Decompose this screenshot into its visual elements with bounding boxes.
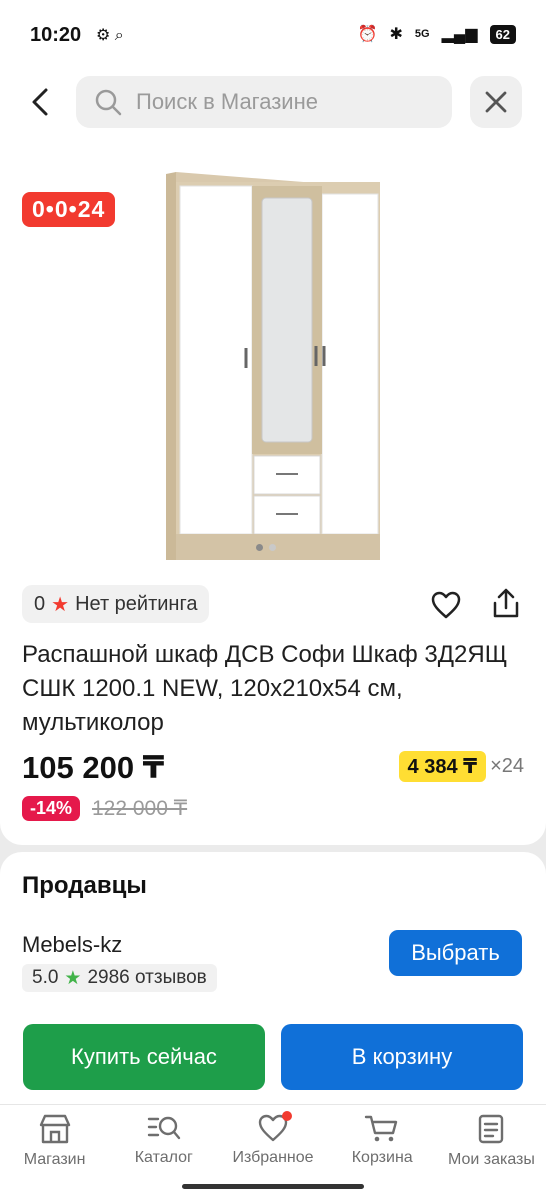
installment-info[interactable]: 4 384 ₸ ×24 xyxy=(398,751,524,782)
catalog-search-icon xyxy=(147,1116,180,1140)
close-button[interactable] xyxy=(470,76,522,128)
status-icons: ⏰ ✱ 5G ▂▄▆ 62 xyxy=(358,24,516,44)
sellers-title: Продавцы xyxy=(22,872,147,899)
notification-dot xyxy=(282,1111,293,1121)
choose-seller-button[interactable]: Выбрать xyxy=(389,930,522,976)
star-icon: ★ xyxy=(64,967,82,989)
buy-now-button[interactable]: Купить сейчас xyxy=(23,1024,265,1090)
nav-label-orders: Мои заказы xyxy=(447,1151,535,1168)
search-icon xyxy=(95,89,122,116)
carousel-dot[interactable] xyxy=(256,544,263,551)
bluetooth-icon: ✱ xyxy=(389,26,403,43)
seller-rating: 5.0 ★ 2986 отзывов xyxy=(22,964,217,992)
shop-icon xyxy=(39,1114,70,1144)
product-image[interactable] xyxy=(158,168,388,568)
rating-text: Нет рейтинга xyxy=(75,592,198,615)
seller-name[interactable]: Mebels-kz xyxy=(22,932,122,958)
share-icon xyxy=(493,588,519,618)
cart-icon xyxy=(365,1115,398,1142)
nav-label-favorites: Избранное xyxy=(232,1149,314,1166)
nav-label-shop: Магазин xyxy=(23,1151,86,1168)
orders-icon xyxy=(479,1114,504,1144)
product-title: Распашной шкаф ДСВ Софи Шкаф 3Д2ЯЩ СШК 1… xyxy=(22,641,508,736)
add-to-cart-button[interactable]: В корзину xyxy=(281,1024,523,1090)
seller-reviews: 2986 отзывов xyxy=(87,967,207,988)
image-carousel-dots xyxy=(256,544,276,551)
nav-item-orders[interactable]: Мои заказы xyxy=(437,1105,546,1200)
network-label: 5G xyxy=(414,28,430,40)
product-card: 0•0•24 0 ★ Нет рейтинга Распашной шкаф Д… xyxy=(0,140,546,845)
nav-label-catalog: Каталог xyxy=(134,1149,193,1166)
star-icon: ★ xyxy=(51,593,70,616)
chevron-left-icon xyxy=(32,88,48,116)
product-price: 105 200 ₸ xyxy=(22,750,165,785)
heart-icon xyxy=(431,591,461,619)
nav-item-shop[interactable]: Магазин xyxy=(0,1105,109,1200)
nav-label-cart: Корзина xyxy=(351,1149,413,1166)
status-bar: 10:20 ⚙ ⌕ ⏰ ✱ 5G ▂▄▆ 62 xyxy=(0,0,546,70)
installment-times: ×24 xyxy=(490,755,524,777)
promo-badge: 0•0•24 xyxy=(22,192,116,227)
favorite-button[interactable] xyxy=(428,587,464,623)
status-time: 10:20 xyxy=(30,24,82,46)
back-button[interactable] xyxy=(20,80,60,124)
seller-rating-value: 5.0 xyxy=(32,967,59,988)
alarm-icon: ⏰ xyxy=(357,26,378,43)
installment-amount: 4 384 ₸ xyxy=(398,751,487,782)
close-icon xyxy=(485,91,507,113)
carousel-dot[interactable] xyxy=(269,544,276,551)
search-box[interactable] xyxy=(76,76,452,128)
search-input[interactable] xyxy=(136,89,426,115)
signal-icon: ▂▄▆ xyxy=(441,26,478,43)
notification-icons: ⚙ ⌕ xyxy=(96,27,124,44)
rating-pill[interactable]: 0 ★ Нет рейтинга xyxy=(22,585,210,623)
top-bar xyxy=(0,70,546,140)
old-price: 122 000 ₸ xyxy=(92,797,188,820)
discount-badge: -14% xyxy=(22,796,81,821)
share-button[interactable] xyxy=(488,585,524,621)
sellers-card: Продавцы Mebels-kz 5.0 ★ 2986 отзывов Вы… xyxy=(0,852,546,1104)
rating-value: 0 xyxy=(34,592,46,615)
home-indicator[interactable] xyxy=(182,1184,364,1189)
battery-icon: 62 xyxy=(489,24,516,44)
